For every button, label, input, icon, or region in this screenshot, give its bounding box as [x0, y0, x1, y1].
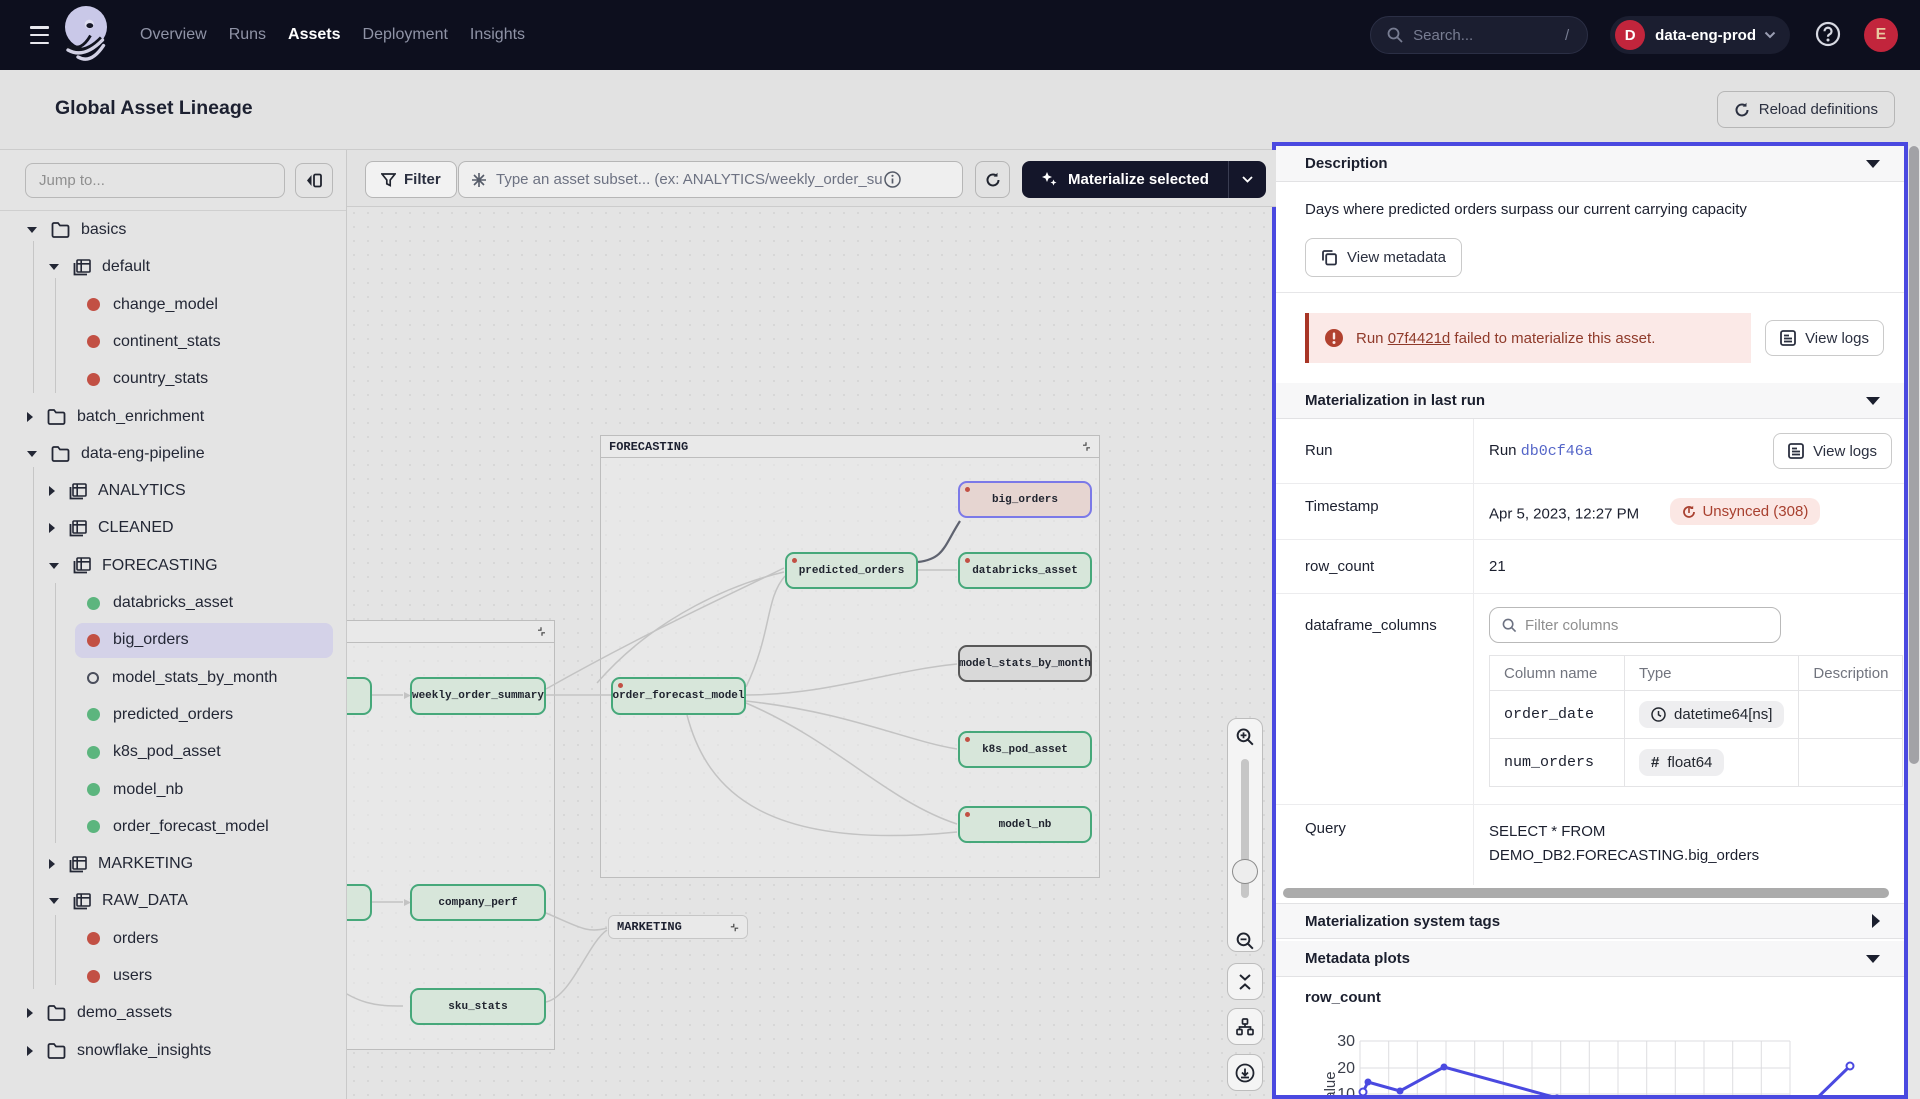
svg-text:20: 20: [1337, 1060, 1355, 1077]
svg-text:10: 10: [1337, 1086, 1355, 1097]
svg-text:30: 30: [1337, 1033, 1355, 1050]
svg-text:Value: Value: [1322, 1071, 1339, 1097]
